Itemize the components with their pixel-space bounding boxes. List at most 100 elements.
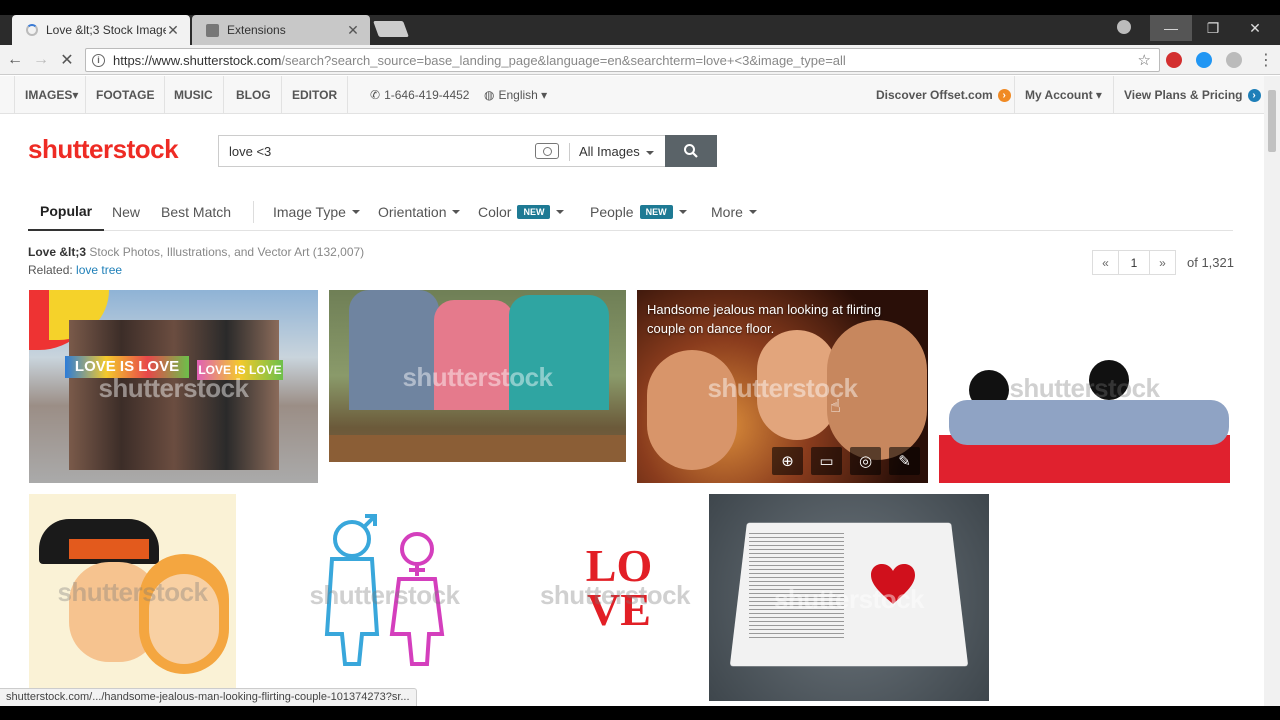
filter-label: People — [590, 203, 634, 220]
camera-icon[interactable] — [535, 143, 559, 159]
phone-link[interactable]: ✆ 1-646-419-4452 — [370, 76, 469, 114]
filter-color[interactable]: Color NEW — [478, 192, 565, 231]
discover-offset-link[interactable]: Discover Offset.com › — [876, 76, 1011, 114]
stop-loading-icon[interactable]: ✕ — [56, 49, 78, 71]
bottom-strip — [0, 706, 1280, 720]
arrow-circle-icon: › — [997, 88, 1011, 102]
my-account-menu[interactable]: My Account ▾ — [1014, 76, 1102, 114]
image-book-heart[interactable]: shutterstock — [709, 494, 989, 701]
nav-editor[interactable]: EDITOR — [282, 76, 349, 114]
view-plans-link[interactable]: View Plans & Pricing › — [1113, 76, 1261, 114]
save-to-lightbox-icon[interactable]: ▭ — [811, 447, 842, 475]
shutterstock-watermark: shutterstock — [309, 580, 460, 610]
tab-close-icon[interactable]: ✕ — [166, 22, 180, 39]
image-jealous-man-hovered[interactable]: shutterstock Handsome jealous man lookin… — [637, 290, 928, 483]
shutterstock-watermark: shutterstock — [707, 372, 858, 403]
tab-shutterstock[interactable]: Love &lt;3 Stock Images, ✕ — [12, 15, 190, 45]
tab-title: Extensions — [227, 23, 286, 37]
status-url-bar: shutterstock.com/.../handsome-jealous-ma… — [0, 688, 417, 706]
loading-spinner-icon — [26, 24, 38, 36]
caret-down-icon — [556, 209, 565, 214]
caret-down-icon — [678, 209, 687, 214]
puzzle-icon — [206, 23, 219, 37]
nav-music[interactable]: MUSIC — [164, 76, 224, 114]
zoom-in-icon[interactable]: ⊕ — [772, 447, 803, 475]
caret-down-icon — [351, 209, 360, 214]
filter-orientation[interactable]: Orientation — [378, 192, 461, 231]
tab-new[interactable]: New — [112, 192, 140, 231]
info-icon[interactable]: i — [92, 53, 105, 67]
page-total: of 1,321 — [1187, 255, 1234, 270]
nav-blog[interactable]: BLOG — [226, 76, 282, 114]
page-number-input[interactable]: 1 — [1118, 250, 1150, 275]
site-top-nav: IMAGES▾ FOOTAGE MUSIC BLOG EDITOR ✆ 1-64… — [0, 76, 1264, 114]
image-gender-symbols[interactable]: shutterstock — [247, 494, 522, 694]
plans-label: View Plans & Pricing — [1124, 88, 1243, 102]
shutterstock-watermark: shutterstock — [402, 362, 553, 392]
filter-more[interactable]: More — [711, 192, 757, 231]
image-couple-sofa[interactable]: shutterstock — [939, 290, 1230, 483]
new-tab-button[interactable] — [373, 21, 409, 37]
image-retro-couple[interactable]: shutterstock — [29, 494, 236, 688]
tab-close-icon[interactable]: ✕ — [346, 22, 360, 39]
window-minimize-button[interactable]: — — [1150, 15, 1192, 41]
window-restore-button[interactable]: ❐ — [1192, 15, 1234, 41]
prev-page-button[interactable]: « — [1092, 250, 1119, 275]
shirt-shape — [434, 300, 514, 410]
browser-menu-icon[interactable]: ⋮ — [1258, 50, 1274, 70]
shutterstock-watermark: shutterstock — [1009, 372, 1160, 403]
filter-image-type[interactable]: Image Type — [273, 192, 360, 231]
caret-down-icon — [645, 150, 654, 155]
hat-band-shape — [69, 539, 149, 559]
extension-icon[interactable] — [1196, 52, 1212, 68]
adblock-extension-icon[interactable] — [1166, 52, 1182, 68]
tab-popular[interactable]: Popular — [28, 192, 105, 231]
image-love-letters[interactable]: LO VE shutterstock — [533, 494, 697, 694]
image-friends-bench[interactable]: shutterstock — [329, 290, 626, 462]
divider — [253, 201, 254, 223]
new-badge: NEW — [639, 204, 673, 219]
result-summary: Love &lt;3 Stock Photos, Illustrations, … — [28, 245, 364, 259]
nav-images[interactable]: IMAGES▾ — [14, 76, 86, 114]
forward-arrow-icon[interactable]: → — [30, 49, 52, 71]
scrollbar-thumb[interactable] — [1268, 90, 1276, 152]
bookmark-star-icon[interactable]: ☆ — [1138, 51, 1151, 69]
filter-people[interactable]: People NEW — [590, 192, 687, 231]
url-path: /search?search_source=base_landing_page&… — [281, 52, 846, 68]
related-label: Related: — [28, 263, 77, 277]
filter-label: Image Type — [273, 203, 346, 220]
language-selector[interactable]: ◍ English ▾ — [484, 76, 547, 114]
search-input[interactable] — [229, 143, 529, 159]
back-arrow-icon[interactable]: ← — [4, 49, 26, 71]
related-link-love-tree[interactable]: love tree — [76, 263, 122, 277]
tab-title: Love &lt;3 Stock Images, — [46, 23, 166, 37]
filter-label: Color — [478, 203, 512, 220]
caret-down-icon — [452, 209, 461, 214]
image-caption: Handsome jealous man looking at flirting… — [647, 302, 882, 336]
next-page-button[interactable]: » — [1149, 250, 1176, 275]
image-type-dropdown[interactable]: All Images — [579, 144, 654, 159]
page-scrollbar[interactable] — [1264, 76, 1280, 706]
filter-bar: Popular New Best Match Image Type Orient… — [28, 192, 1233, 231]
nav-footage[interactable]: FOOTAGE — [86, 76, 166, 114]
caret-down-icon — [748, 209, 757, 214]
image-actions: ⊕ ▭ ◎ ✎ — [764, 447, 920, 475]
shirt-shape — [949, 400, 1229, 445]
phone-icon: ✆ — [370, 88, 381, 102]
extension-icon[interactable] — [1226, 52, 1242, 68]
divider — [569, 143, 570, 161]
tab-extensions[interactable]: Extensions ✕ — [192, 15, 370, 45]
find-similar-icon[interactable]: ◎ — [850, 447, 881, 475]
globe-icon: ◍ — [484, 88, 495, 102]
image-love-is-love-parade[interactable]: LOVE IS LOVE LOVE IS LOVE shutterstock — [29, 290, 318, 483]
pagination: « 1 » — [1092, 250, 1176, 275]
filter-label: More — [711, 203, 743, 220]
address-bar[interactable]: i https://www.shutterstock.com/search?se… — [85, 48, 1160, 72]
window-close-button[interactable]: ✕ — [1234, 15, 1276, 41]
tab-best-match[interactable]: Best Match — [161, 192, 231, 231]
shutterstock-logo[interactable]: shutterstock — [28, 134, 179, 165]
query-label: Love &lt;3 — [28, 245, 87, 259]
profile-icon[interactable] — [1117, 20, 1131, 34]
edit-image-icon[interactable]: ✎ — [889, 447, 920, 475]
search-button[interactable] — [665, 135, 717, 167]
